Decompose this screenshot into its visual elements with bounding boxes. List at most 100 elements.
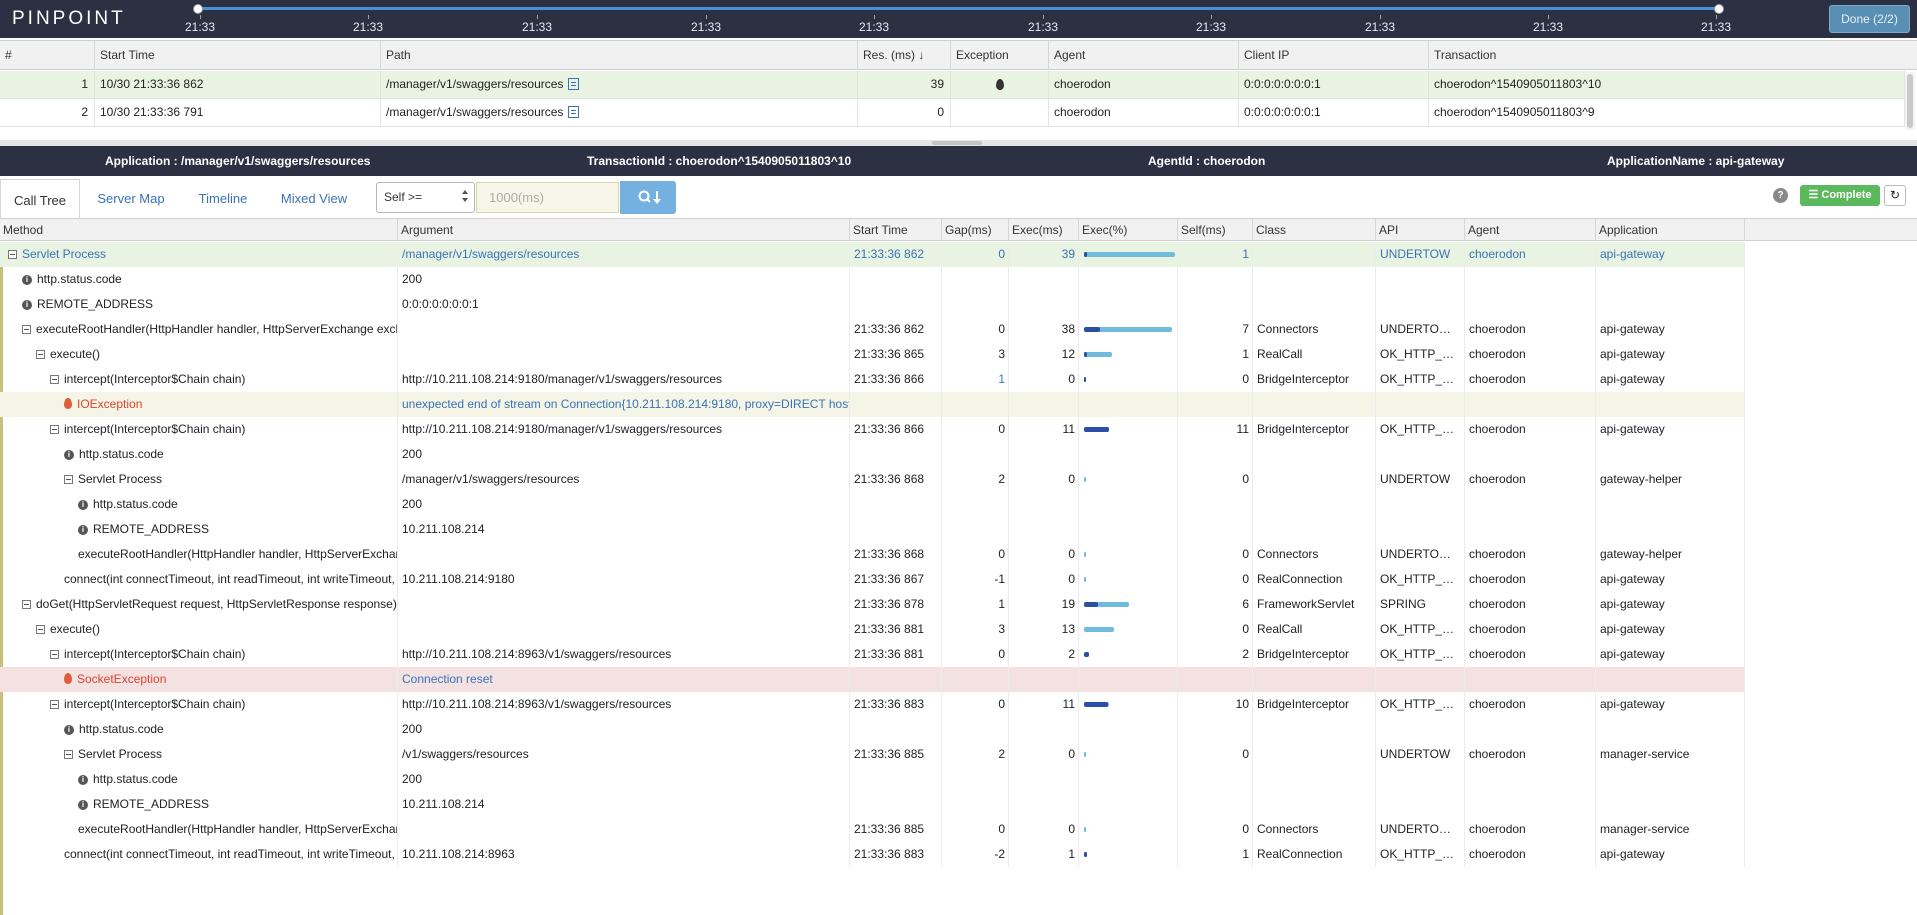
done-button[interactable]: Done (2/2) — [1829, 5, 1910, 33]
cell-exec-percent — [1079, 567, 1178, 592]
method-name: intercept(Interceptor$Chain chain) — [64, 372, 246, 386]
calltree-col-agent[interactable]: Agent — [1465, 219, 1596, 241]
calltree-row[interactable]: Servlet Process/manager/v1/swaggers/reso… — [0, 467, 1745, 492]
calltree-row[interactable]: IOException unexpected end of stream on C… — [0, 392, 1745, 417]
document-icon[interactable] — [568, 106, 580, 118]
column-divider — [1177, 417, 1178, 442]
cell-argument — [398, 617, 850, 642]
tab-call-tree[interactable]: Call Tree — [0, 179, 80, 221]
col-num[interactable]: # — [0, 41, 95, 70]
column-divider — [1464, 742, 1465, 767]
collapse-toggle-icon[interactable] — [8, 250, 17, 259]
cell-class — [1253, 717, 1376, 742]
calltree-row[interactable]: Servlet Process/v1/swaggers/resources 21:… — [0, 742, 1745, 767]
cell-gap: 0 — [998, 547, 1005, 561]
tab-mixed-view[interactable]: Mixed View — [274, 178, 354, 220]
calltree-row[interactable]: i REMOTE_ADDRESS 10.211.108.214 — [0, 517, 1745, 542]
col-transaction[interactable]: Transaction — [1429, 41, 1917, 70]
col-res[interactable]: Res. (ms) ↓ — [858, 41, 951, 70]
col-exception[interactable]: Exception — [951, 41, 1049, 70]
col-agent[interactable]: Agent — [1049, 41, 1239, 70]
calltree-row[interactable]: i http.status.code 200 — [0, 267, 1745, 292]
search-button[interactable] — [620, 181, 676, 214]
collapse-toggle-icon[interactable] — [50, 375, 59, 384]
calltree-col-arg[interactable]: Argument — [398, 219, 850, 241]
calltree-col-exec[interactable]: Exec(ms) — [1009, 219, 1079, 241]
col-path[interactable]: Path — [381, 41, 858, 70]
calltree-row[interactable]: connect(int connectTimeout, int readTime… — [0, 842, 1745, 867]
calltree-row[interactable]: Servlet Process/manager/v1/swaggers/reso… — [0, 242, 1745, 267]
calltree-col-cls[interactable]: Class — [1253, 219, 1376, 241]
column-divider — [941, 467, 942, 492]
cell-gap — [942, 792, 1009, 817]
tab-timeline[interactable]: Timeline — [188, 178, 258, 220]
collapse-toggle-icon[interactable] — [64, 475, 73, 484]
splitter-handle[interactable] — [932, 141, 982, 145]
list-scroll-thumb[interactable] — [1907, 74, 1913, 128]
range-start-handle[interactable] — [193, 4, 203, 14]
cell-start-time: 21:33:36 883 — [854, 847, 925, 861]
calltree-row[interactable]: i http.status.code 200 — [0, 767, 1745, 792]
cell-class: RealCall — [1257, 622, 1303, 636]
calltree-col-self[interactable]: Self(ms) — [1178, 219, 1253, 241]
col-start-time[interactable]: Start Time — [95, 41, 381, 70]
calltree-row[interactable]: executeRootHandler(HttpHandler handler, … — [0, 542, 1745, 567]
transaction-row[interactable]: 2 10/30 21:33:36 791/manager/v1/swaggers/… — [0, 99, 1905, 127]
collapse-toggle-icon[interactable] — [64, 750, 73, 759]
complete-button[interactable]: ☰ Complete — [1800, 185, 1880, 206]
col-client-ip[interactable]: Client IP — [1239, 41, 1429, 70]
tab-server-map[interactable]: Server Map — [88, 178, 174, 220]
calltree-row[interactable]: SocketException Connection reset — [0, 667, 1745, 692]
collapse-toggle-icon[interactable] — [50, 700, 59, 709]
cell-api: UNDERTOW — [1380, 747, 1451, 761]
cell-argument: 10.211.108.214 — [402, 522, 485, 536]
calltree-row[interactable]: i http.status.code 200 — [0, 492, 1745, 517]
list-scrollbar[interactable] — [1905, 72, 1915, 130]
transaction-row[interactable]: 1 10/30 21:33:36 862/manager/v1/swaggers/… — [0, 71, 1905, 99]
calltree-row[interactable]: executeRootHandler(HttpHandler handler, … — [0, 817, 1745, 842]
calltree-col-app[interactable]: Application — [1596, 219, 1745, 241]
time-range-slider[interactable] — [193, 4, 1724, 14]
column-divider — [849, 692, 850, 717]
calltree-row[interactable]: execute() 21:33:36 881 3 13 0 RealCall OK_HTTP… — [0, 617, 1745, 642]
collapse-toggle-icon[interactable] — [36, 350, 45, 359]
cell-exec-percent — [1079, 417, 1178, 442]
column-divider — [1008, 767, 1009, 792]
column-divider — [1375, 842, 1376, 867]
collapse-toggle-icon[interactable] — [22, 600, 31, 609]
calltree-row[interactable]: doGet(HttpServletRequest request, HttpSe… — [0, 592, 1745, 617]
info-icon: i — [78, 525, 88, 535]
calltree-row[interactable]: i REMOTE_ADDRESS 10.211.108.214 — [0, 792, 1745, 817]
calltree-row[interactable]: intercept(Interceptor$Chain chain) http:/… — [0, 367, 1745, 392]
column-divider — [1177, 592, 1178, 617]
calltree-col-method[interactable]: Method — [0, 219, 398, 241]
calltree-row[interactable]: intercept(Interceptor$Chain chain) http:/… — [0, 692, 1745, 717]
document-icon[interactable] — [568, 78, 580, 90]
cell-argument — [398, 317, 850, 342]
collapse-toggle-icon[interactable] — [50, 425, 59, 434]
self-filter-select[interactable]: Self >= — [376, 182, 475, 213]
calltree-row[interactable]: i REMOTE_ADDRESS 0:0:0:0:0:0:0:1 — [0, 292, 1745, 317]
collapse-toggle-icon[interactable] — [50, 650, 59, 659]
calltree-row[interactable]: execute() 21:33:36 865 3 12 1 RealCall OK_HTTP… — [0, 342, 1745, 367]
calltree-row[interactable]: intercept(Interceptor$Chain chain) http:/… — [0, 417, 1745, 442]
calltree-col-pct[interactable]: Exec(%) — [1079, 219, 1178, 241]
self-filter-input[interactable] — [476, 182, 619, 213]
collapse-toggle-icon[interactable] — [36, 625, 45, 634]
calltree-col-api[interactable]: API — [1376, 219, 1465, 241]
calltree-col-gap[interactable]: Gap(ms) — [942, 219, 1009, 241]
export-icon[interactable]: ↻ — [1884, 185, 1906, 206]
calltree-row[interactable]: i http.status.code 200 — [0, 717, 1745, 742]
calltree-row[interactable]: connect(int connectTimeout, int readTime… — [0, 567, 1745, 592]
calltree-row[interactable]: i http.status.code 200 — [0, 442, 1745, 467]
info-icon: i — [22, 275, 32, 285]
collapse-toggle-icon[interactable] — [22, 325, 31, 334]
range-end-handle[interactable] — [1714, 4, 1724, 14]
calltree-row[interactable]: intercept(Interceptor$Chain chain) http:/… — [0, 642, 1745, 667]
cell-exception — [951, 99, 1049, 126]
help-icon[interactable]: ? — [1773, 188, 1788, 203]
calltree-col-start[interactable]: Start Time — [850, 219, 942, 241]
calltree-row[interactable]: executeRootHandler(HttpHandler handler, … — [0, 317, 1745, 342]
cell-exec-percent — [1079, 592, 1178, 617]
cell-agent: choerodon — [1469, 322, 1526, 336]
